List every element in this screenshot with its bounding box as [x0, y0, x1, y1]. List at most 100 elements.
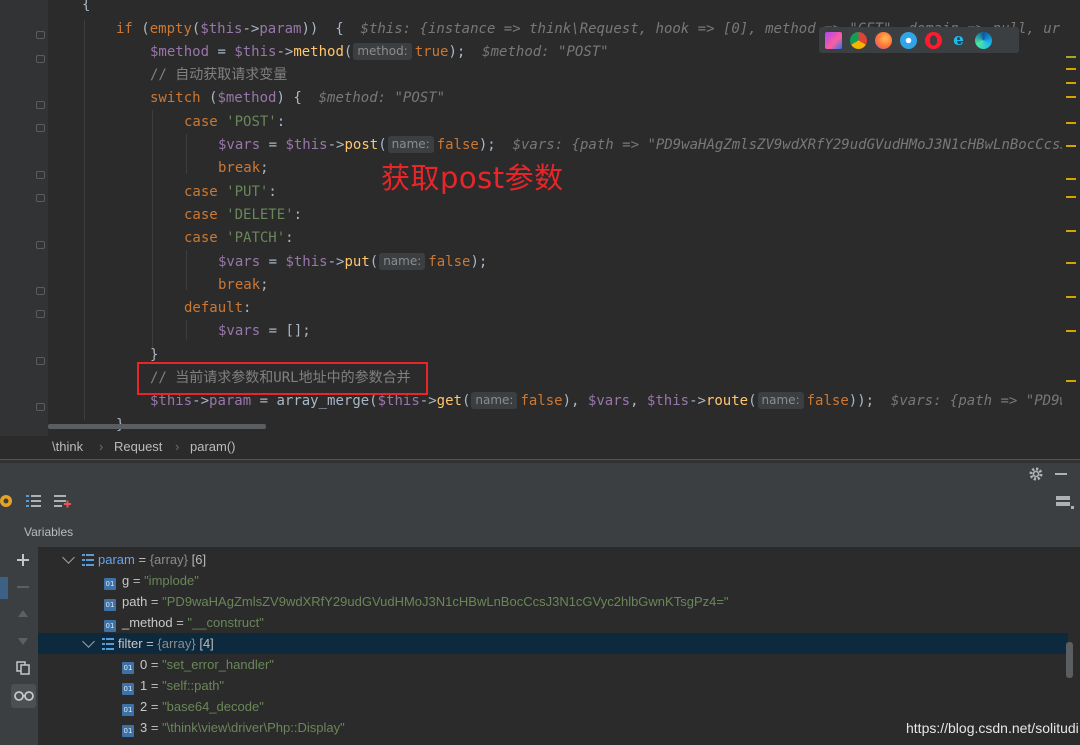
inline-debug-value: $method: "POST" — [482, 44, 609, 60]
add-icon[interactable] — [17, 554, 29, 566]
phpstorm-icon[interactable] — [825, 31, 842, 49]
code-keyword: empty — [149, 21, 192, 37]
code-keyword: if — [116, 21, 142, 37]
value-type-icon: 01 — [104, 578, 116, 590]
code-text: ( — [343, 44, 353, 60]
layout-icon[interactable] — [1056, 494, 1074, 510]
node-value: "set_error_handler" — [162, 657, 274, 672]
tree-node-method[interactable]: 01 _method = "__construct" — [38, 612, 1068, 633]
horizontal-scrollbar[interactable] — [48, 424, 266, 429]
code-text: , — [630, 393, 647, 409]
fold-marker[interactable] — [36, 403, 45, 411]
code-text: -> — [689, 393, 706, 409]
code-line: $vars = $this->put(name: false); — [218, 251, 487, 274]
code-text: -> — [327, 137, 345, 153]
opera-icon[interactable] — [925, 31, 942, 49]
code-text: = — [260, 254, 286, 270]
watch-icon[interactable] — [14, 690, 34, 702]
chevron-down-icon[interactable] — [62, 551, 75, 564]
chrome-icon[interactable] — [850, 31, 867, 49]
code-variable: param — [259, 21, 302, 37]
code-line: case 'PUT': — [184, 181, 277, 204]
value-type-icon: 01 — [104, 599, 116, 611]
fold-marker[interactable] — [36, 55, 45, 63]
code-text: -> — [327, 254, 345, 270]
code-line: case 'PATCH': — [184, 227, 294, 250]
tree-node-filter-1[interactable]: 01 1 = "self::path" — [38, 675, 1068, 696]
code-line: break; — [218, 157, 269, 180]
breadcrumb-namespace[interactable]: \think — [52, 436, 83, 458]
code-variable: $this — [234, 44, 277, 60]
code-text: ), — [562, 393, 588, 409]
node-name: 2 — [140, 699, 148, 714]
evaluate-icon[interactable] — [54, 494, 72, 508]
error-stripe[interactable] — [1062, 0, 1080, 436]
tree-node-path[interactable]: 01 path = "PD9waHAgZmlsZV9wdXRfY29udGVudH… — [38, 591, 1068, 612]
fold-marker[interactable] — [36, 31, 45, 39]
move-down-icon[interactable] — [17, 636, 29, 646]
parameter-hint: name: — [379, 253, 426, 270]
node-value: "__construct" — [187, 615, 264, 630]
code-function: post — [344, 137, 379, 153]
code-function: route — [705, 393, 749, 409]
code-variable: $vars — [218, 137, 261, 153]
code-keyword: case — [184, 114, 227, 130]
code-variable: $vars — [587, 393, 631, 409]
code-text: )); — [848, 393, 891, 409]
code-keyword: case — [184, 184, 227, 200]
node-count: [6] — [191, 552, 207, 567]
safari-icon[interactable] — [900, 31, 917, 49]
frames-icon[interactable] — [26, 494, 42, 508]
breadcrumb-method[interactable]: param() — [190, 436, 236, 458]
minimize-icon[interactable] — [1054, 468, 1068, 480]
fold-marker[interactable] — [36, 171, 45, 179]
fold-marker[interactable] — [36, 194, 45, 202]
fold-marker[interactable] — [36, 310, 45, 318]
node-value: "self::path" — [162, 678, 225, 693]
code-string: 'PUT' — [226, 184, 269, 200]
code-line: // 自动获取请求变量 — [150, 64, 287, 87]
fold-marker[interactable] — [36, 241, 45, 249]
vertical-scrollbar[interactable] — [1066, 642, 1073, 678]
chevron-down-icon[interactable] — [82, 635, 95, 648]
tree-node-param[interactable]: param = {array} [6] — [38, 549, 1068, 570]
tree-node-filter[interactable]: filter = {array} [4] — [38, 633, 1068, 654]
value-type-icon: 01 — [104, 620, 116, 632]
code-line: switch ($method) { $method: "POST" — [150, 87, 445, 110]
tree-node-filter-0[interactable]: 01 0 = "set_error_handler" — [38, 654, 1068, 675]
code-text: = []; — [260, 323, 311, 339]
code-text: ( — [141, 21, 150, 37]
mute-breakpoints-icon[interactable] — [0, 494, 14, 508]
code-text: -> — [192, 393, 210, 409]
fold-marker[interactable] — [36, 124, 45, 132]
node-name: _method — [122, 615, 173, 630]
annotation-text: 获取post参数 — [381, 161, 564, 195]
code-editor[interactable]: { if (empty($this->param)) { $this: {ins… — [0, 0, 1080, 436]
fold-marker[interactable] — [36, 101, 45, 109]
gear-icon[interactable] — [1028, 466, 1044, 482]
code-text: ); — [470, 254, 488, 270]
tree-node-g[interactable]: 01 g = "implode" — [38, 570, 1068, 591]
ie-icon[interactable]: e — [950, 31, 967, 49]
tree-node-filter-2[interactable]: 01 2 = "base64_decode" — [38, 696, 1068, 717]
remove-icon[interactable] — [17, 581, 29, 593]
copy-icon[interactable] — [16, 661, 30, 675]
code-text: ); — [448, 44, 483, 60]
array-icon — [102, 638, 114, 650]
move-up-icon[interactable] — [17, 609, 29, 619]
code-line: case 'DELETE': — [184, 204, 302, 227]
fold-marker[interactable] — [36, 357, 45, 365]
edge-icon[interactable] — [975, 31, 992, 49]
code-text: )) { — [301, 21, 361, 37]
code-text: { — [82, 0, 91, 13]
firefox-icon[interactable] — [875, 31, 892, 49]
breadcrumb-class[interactable]: Request — [114, 436, 162, 458]
code-keyword: switch — [150, 90, 210, 106]
variables-tree[interactable]: param = {array} [6] 01 g = "implode" 01 pa… — [38, 547, 1080, 745]
code-variable: $method — [217, 90, 277, 106]
code-variable: $vars — [218, 323, 261, 339]
code-function: method — [293, 44, 344, 60]
fold-marker[interactable] — [36, 287, 45, 295]
code-text: = — [209, 44, 235, 60]
code-keyword: default — [184, 300, 244, 316]
